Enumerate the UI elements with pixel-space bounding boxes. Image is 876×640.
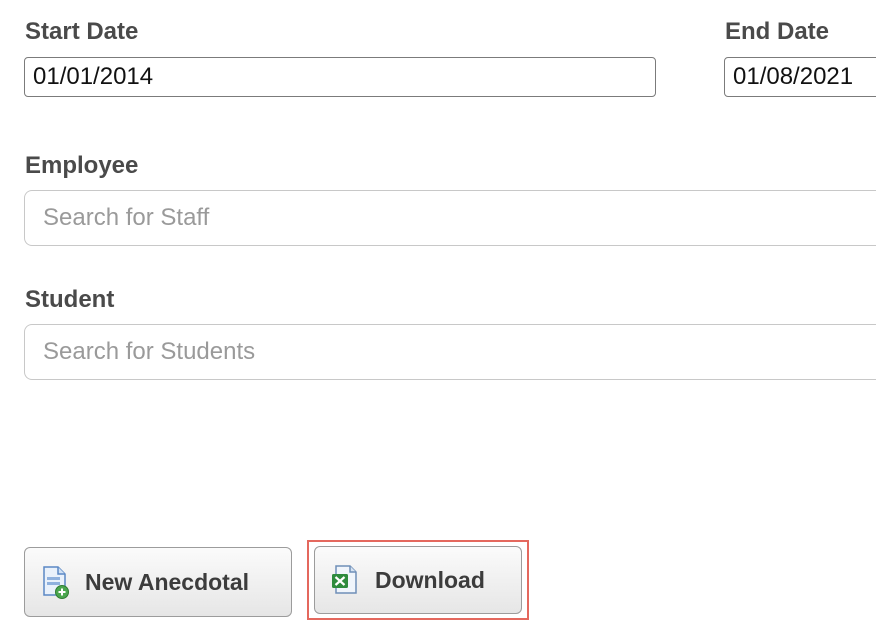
employee-label: Employee bbox=[25, 152, 139, 179]
report-filter-form: Start Date 01/01/2014 End Date 01/08/202… bbox=[0, 0, 876, 640]
new-anecdotal-label: New Anecdotal bbox=[85, 568, 250, 595]
end-date-input[interactable]: 01/08/2021 bbox=[724, 57, 876, 97]
end-date-label: End Date bbox=[725, 18, 830, 45]
student-search-input[interactable]: Search for Students bbox=[24, 324, 876, 380]
excel-spreadsheet-icon bbox=[332, 565, 357, 594]
start-date-input[interactable]: 01/01/2014 bbox=[24, 57, 656, 97]
download-button[interactable]: Download bbox=[314, 546, 522, 614]
start-date-label: Start Date bbox=[25, 18, 139, 45]
download-label: Download bbox=[375, 566, 485, 593]
document-add-icon bbox=[43, 566, 69, 599]
student-label: Student bbox=[25, 286, 115, 313]
employee-search-input[interactable]: Search for Staff bbox=[24, 190, 876, 246]
new-anecdotal-button[interactable]: New Anecdotal bbox=[24, 547, 292, 617]
